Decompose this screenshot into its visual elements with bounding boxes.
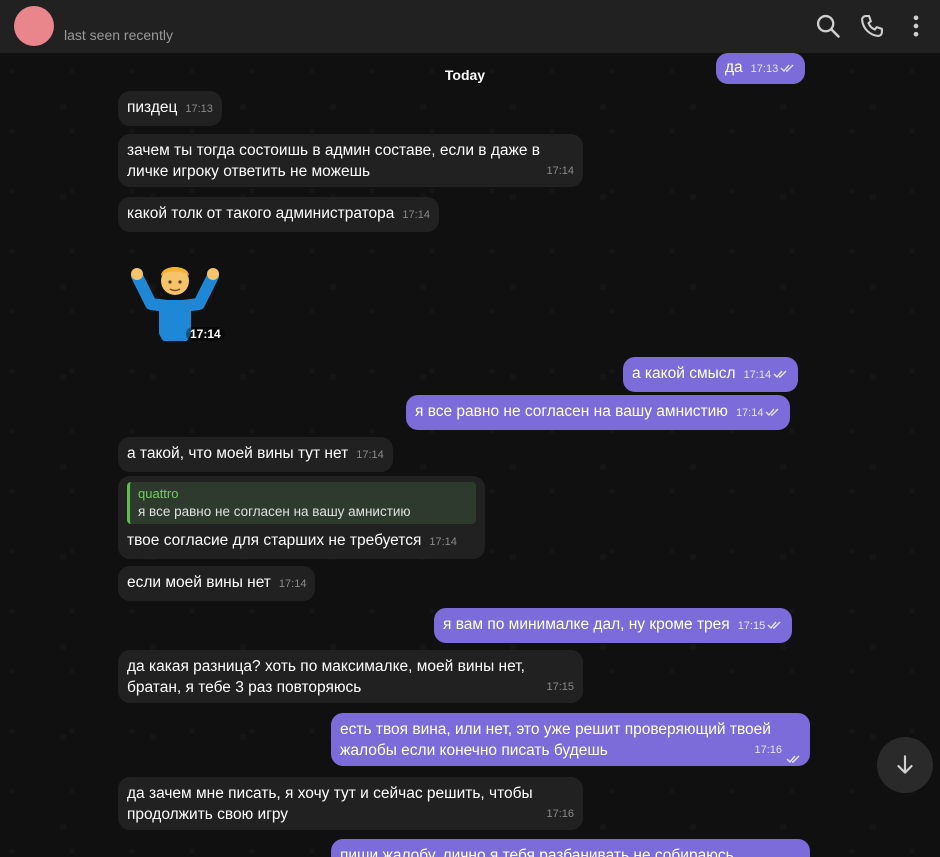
message-incoming[interactable]: пиздец 17:13 (118, 91, 222, 126)
message-outgoing[interactable]: я вам по минималке дал, ну кроме трея 17:… (434, 608, 793, 643)
last-seen-status: last seen recently (64, 27, 173, 43)
message-outgoing[interactable]: пиши жалобу, лично я тебя разбанивать не… (331, 839, 810, 857)
sticker-time: 17:14 (186, 327, 225, 341)
phone-icon[interactable] (858, 12, 886, 40)
message-outgoing[interactable]: а какой смысл 17:14 (623, 357, 799, 392)
chat-header: last seen recently (0, 0, 940, 53)
message-incoming[interactable]: какой толк от такого администратора 17:14 (118, 197, 439, 232)
double-check-icon (786, 749, 802, 764)
message-outgoing[interactable]: есть твоя вина, или нет, это уже решит п… (331, 713, 810, 766)
avatar[interactable] (14, 6, 54, 46)
more-vertical-icon[interactable] (902, 12, 930, 40)
message-list[interactable]: да 17:13 Today пиздец 17:13 зачем ты тогда… (0, 53, 940, 857)
message-incoming-reply[interactable]: quattro я все равно не согласен на вашу … (118, 476, 485, 559)
double-check-icon (773, 364, 789, 379)
message-incoming[interactable]: да какая разница? хоть по максималке, мо… (118, 650, 583, 703)
arrow-down-icon (897, 755, 913, 774)
double-check-icon (767, 615, 783, 630)
message-incoming[interactable]: если моей вины нет 17:14 (118, 566, 316, 601)
scroll-to-bottom-button[interactable] (877, 737, 933, 793)
message-outgoing[interactable]: я все равно не согласен на вашу амнистию… (406, 395, 791, 430)
double-check-icon (765, 402, 781, 417)
search-icon[interactable] (814, 12, 842, 40)
date-separator: Today (444, 67, 486, 83)
message-incoming[interactable]: да зачем мне писать, я хочу тут и сейчас… (118, 777, 583, 830)
message-incoming[interactable]: зачем ты тогда состоишь в админ составе,… (118, 134, 583, 187)
message-incoming[interactable]: а такой, что моей вины тут нет 17:14 (118, 437, 393, 472)
reply-quote[interactable]: quattro я все равно не согласен на вашу … (127, 482, 476, 524)
